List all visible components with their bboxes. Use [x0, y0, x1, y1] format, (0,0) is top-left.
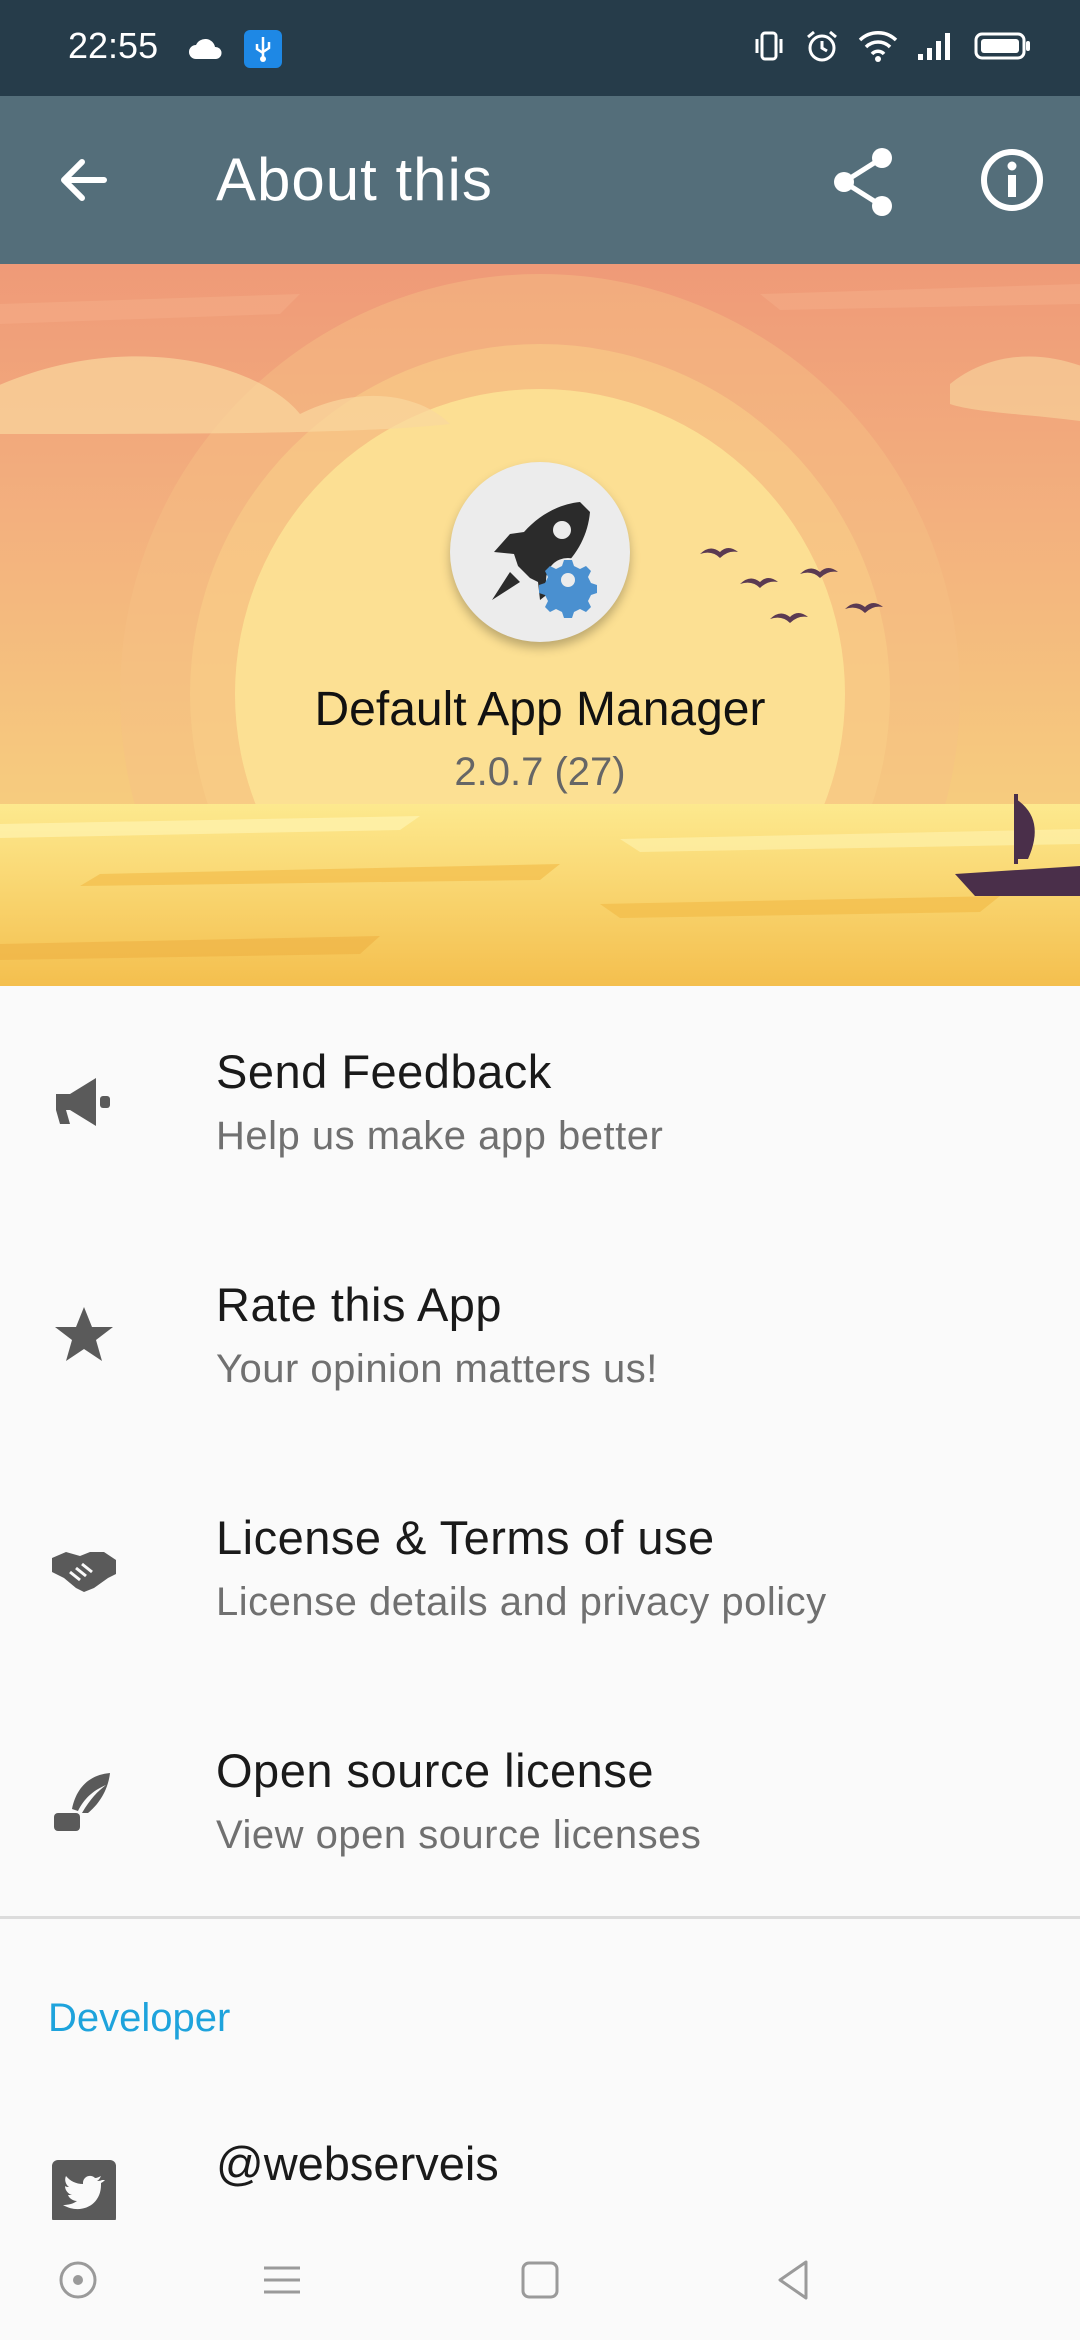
- handshake-icon: [52, 1552, 116, 1592]
- rocket-gear-icon: [492, 502, 597, 618]
- star-icon: [55, 1307, 113, 1361]
- item-title: Rate this App: [216, 1278, 503, 1331]
- item-title: Send Feedback: [216, 1045, 552, 1098]
- status-time: 22:55: [68, 25, 159, 66]
- rate-app-item[interactable]: Rate this App Your opinion matters us!: [0, 1219, 1080, 1452]
- app-bar: About this: [0, 96, 1080, 264]
- megaphone-icon: [56, 1078, 110, 1126]
- vibrate-icon: [755, 31, 783, 61]
- send-feedback-item[interactable]: Send Feedback Help us make app better: [0, 986, 1080, 1219]
- app-version: 2.0.7 (27): [454, 750, 626, 794]
- license-terms-item[interactable]: License & Terms of use License details a…: [0, 1452, 1080, 1685]
- item-title: License & Terms of use: [216, 1511, 715, 1564]
- signal-icon: [918, 33, 950, 60]
- share-icon[interactable]: [826, 144, 902, 220]
- home-button[interactable]: [516, 2256, 564, 2304]
- item-title: Open source license: [216, 1744, 654, 1797]
- twitter-item[interactable]: @webserveis: [0, 2120, 1080, 2230]
- navigation-bar: [0, 2220, 1080, 2340]
- assistant-button[interactable]: [54, 2256, 102, 2304]
- item-subtitle: Help us make app better: [216, 1114, 664, 1158]
- back-button[interactable]: [770, 2256, 818, 2304]
- about-menu-list: Send Feedback Help us make app better Ra…: [0, 986, 1080, 1918]
- section-divider: [0, 1916, 1080, 1919]
- menu-button[interactable]: [258, 2256, 306, 2304]
- item-subtitle: Your opinion matters us!: [216, 1347, 658, 1391]
- twitter-handle: @webserveis: [216, 2137, 499, 2190]
- twitter-icon: [52, 2160, 116, 2224]
- open-source-license-item[interactable]: Open source license View open source lic…: [0, 1685, 1080, 1918]
- alarm-icon: [807, 30, 837, 62]
- battery-icon: [974, 32, 1030, 60]
- item-subtitle: License details and privacy policy: [216, 1580, 827, 1624]
- app-logo: [450, 462, 630, 642]
- cloud-icon: [189, 38, 222, 59]
- item-subtitle: View open source licenses: [216, 1813, 702, 1857]
- page-title: About this: [216, 146, 493, 213]
- wifi-icon: [858, 31, 898, 62]
- back-arrow-icon[interactable]: [48, 144, 120, 216]
- usb-icon: [244, 30, 282, 68]
- developer-section-title: Developer: [48, 1996, 231, 2040]
- status-bar: 22:55: [0, 0, 1080, 96]
- quill-icon: [54, 1773, 110, 1831]
- info-icon[interactable]: [972, 140, 1052, 220]
- app-name: Default App Manager: [314, 683, 766, 736]
